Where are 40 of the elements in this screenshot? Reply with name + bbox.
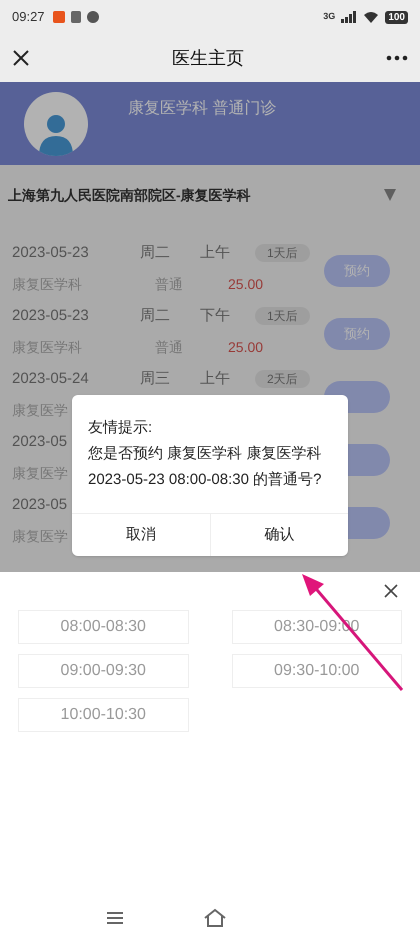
- schedule-date: 2023-05-24: [12, 370, 89, 387]
- hospital-name: 上海第九人民医院南部院区-康复医学科: [8, 186, 251, 204]
- schedule-date: 2023-05-23: [12, 244, 89, 261]
- hospital-bar[interactable]: 上海第九人民医院南部院区-康复医学科: [0, 165, 420, 225]
- home-icon[interactable]: [203, 908, 227, 928]
- time-slot[interactable]: 09:00-09:30: [18, 654, 188, 688]
- days-badge: 2天后: [255, 370, 310, 388]
- schedule-date: 2023-05: [12, 496, 68, 513]
- page-title: 医生主页: [171, 46, 245, 70]
- wifi-icon: [363, 11, 380, 23]
- dropdown-icon: [384, 189, 396, 201]
- schedule-price: 25.00: [228, 275, 264, 294]
- battery-indicator: 100: [385, 10, 408, 24]
- more-icon[interactable]: [386, 55, 408, 61]
- dialog-title: 友情提示:: [88, 418, 154, 438]
- time-slot[interactable]: 08:00-08:30: [18, 610, 188, 644]
- network-label: 3G: [323, 10, 336, 24]
- schedule-date: 2023-05: [12, 432, 68, 450]
- schedule-weekday: 周三: [140, 368, 171, 389]
- doctor-title: 康复医学科 普通门诊: [128, 98, 276, 118]
- dialog-button[interactable]: 确认: [210, 514, 348, 556]
- schedule-price: 25.00: [228, 338, 264, 357]
- status-time: 09:27: [12, 8, 45, 26]
- app-notification-icon: [52, 11, 65, 23]
- close-icon[interactable]: [384, 584, 398, 598]
- days-badge: 1天后: [255, 244, 310, 262]
- days-badge: 1天后: [255, 307, 310, 325]
- dialog-button[interactable]: 取消: [72, 514, 210, 556]
- schedule-period: 上午: [200, 368, 231, 389]
- schedule-period: 下午: [200, 306, 231, 326]
- schedule-weekday: 周二: [140, 306, 171, 326]
- menu-icon[interactable]: [107, 911, 123, 925]
- time-slot[interactable]: 10:00-10:30: [18, 698, 188, 732]
- dialog-message: 您是否预约 康复医学科 康复医学科 2023-05-23 08:00-08:30 的普通号?: [88, 444, 322, 490]
- schedule-date: 2023-05-23: [12, 306, 89, 324]
- signal-icon: [341, 11, 358, 23]
- time-slot[interactable]: 09:30-10:00: [232, 654, 402, 688]
- schedule-weekday: 周二: [140, 242, 171, 263]
- close-icon[interactable]: [12, 49, 30, 67]
- schedule-period: 上午: [200, 242, 231, 263]
